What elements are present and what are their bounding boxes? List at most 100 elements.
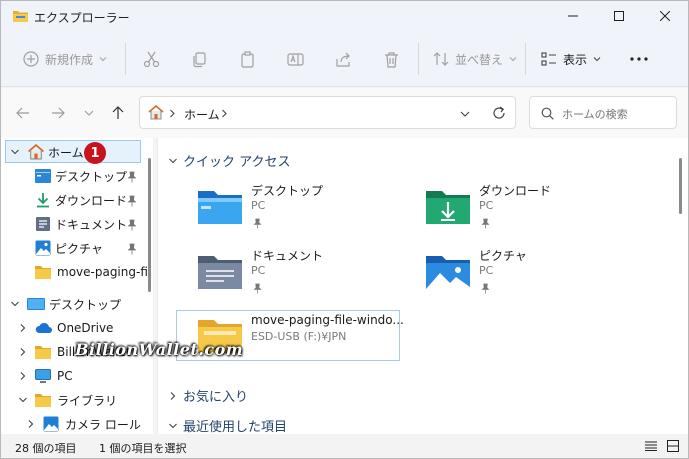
- tiles-view-icon[interactable]: [667, 440, 679, 452]
- cut-button[interactable]: [143, 31, 160, 87]
- pin-icon[interactable]: [127, 171, 137, 183]
- pin-icon: [481, 218, 490, 229]
- sidebar-item-move-paging-folder[interactable]: move-paging-fil: [35, 261, 151, 283]
- tile-location: ESD-USB (F:)¥JPN: [251, 330, 347, 343]
- more-options-button[interactable]: [630, 31, 648, 87]
- scissors-icon: [143, 51, 160, 67]
- download-folder-icon: [426, 191, 470, 224]
- pin-icon: [253, 218, 262, 229]
- maximize-button[interactable]: [596, 1, 642, 31]
- tile-pictures[interactable]: ピクチャ PC: [406, 243, 636, 299]
- sidebar-item-desktop[interactable]: デスクトップ: [27, 293, 121, 315]
- tile-name: ダウンロード: [479, 184, 552, 198]
- explorer-window: エクスプローラー 新規作成 並べ替え 表示 ホーム ホームの検索 ホーム 1 デ…: [0, 0, 689, 459]
- copy-button[interactable]: [191, 31, 208, 87]
- sidebar-item-libraries[interactable]: ライブラリ: [35, 389, 117, 411]
- command-bar: 新規作成 並べ替え 表示: [1, 31, 688, 87]
- tile-documents[interactable]: ドキュメント PC: [178, 243, 408, 299]
- arrow-up-icon: [112, 106, 124, 119]
- rename-button[interactable]: [287, 31, 304, 87]
- share-button[interactable]: [335, 31, 352, 87]
- up-button[interactable]: [107, 102, 129, 124]
- details-view-icon[interactable]: [645, 441, 657, 451]
- clipboard-icon: [241, 50, 254, 68]
- chevron-down-icon[interactable]: [10, 299, 20, 309]
- sidebar-item-camera-roll[interactable]: カメラ ロール: [43, 413, 141, 435]
- desktop-folder-icon: [198, 191, 242, 224]
- tile-location: PC: [479, 199, 494, 212]
- forward-button[interactable]: [47, 102, 69, 124]
- chevron-right-icon: [170, 109, 175, 118]
- tile-desktop[interactable]: デスクトップ PC: [178, 178, 408, 234]
- tile-name: ピクチャ: [479, 249, 527, 263]
- chevron-down-icon: [593, 57, 601, 62]
- chevron-right-icon[interactable]: [18, 347, 28, 357]
- address-bar[interactable]: ホーム: [139, 96, 516, 129]
- refresh-icon[interactable]: [492, 106, 506, 120]
- title-bar[interactable]: エクスプローラー: [1, 1, 688, 31]
- sidebar-item-label: ライブラリ: [57, 393, 118, 408]
- chevron-down-icon: [169, 158, 177, 163]
- chevron-down-icon: [509, 57, 517, 62]
- section-favorites[interactable]: お気に入り: [168, 386, 248, 405]
- camera-roll-icon: [43, 416, 59, 432]
- tile-downloads[interactable]: ダウンロード PC: [406, 178, 636, 234]
- close-button[interactable]: [642, 1, 688, 31]
- sort-arrows-icon: [433, 52, 449, 66]
- pin-icon[interactable]: [127, 219, 137, 231]
- arrow-right-icon: [52, 107, 65, 119]
- sidebar-item-label: OneDrive: [57, 321, 114, 335]
- chevron-right-icon: [222, 109, 227, 118]
- chevron-right-icon[interactable]: [26, 419, 36, 429]
- paste-button[interactable]: [239, 31, 256, 87]
- sidebar-item-onedrive[interactable]: OneDrive: [35, 317, 113, 339]
- address-dropdown-icon[interactable]: [460, 109, 470, 119]
- back-button[interactable]: [12, 102, 34, 124]
- chevron-right-icon[interactable]: [18, 323, 28, 333]
- chevron-down-icon[interactable]: [10, 147, 20, 157]
- sidebar-item-label: move-paging-fil: [57, 265, 152, 279]
- more-dots-icon: [630, 57, 648, 61]
- sort-button[interactable]: 並べ替え: [433, 31, 517, 87]
- breadcrumb-home[interactable]: ホーム: [184, 106, 220, 123]
- sidebar-item-documents[interactable]: ドキュメント: [35, 213, 127, 235]
- arrow-left-icon: [16, 107, 29, 119]
- delete-button[interactable]: [383, 31, 400, 87]
- sidebar-item-pc[interactable]: PC: [35, 365, 73, 387]
- minimize-button[interactable]: [550, 1, 596, 31]
- sidebar-item-label: カメラ ロール: [65, 417, 141, 432]
- section-title: 最近使用した項目: [183, 420, 288, 435]
- sidebar-scrollbar[interactable]: [148, 158, 151, 292]
- watermark-text: BillionWallet.com: [75, 340, 244, 359]
- chevron-down-icon[interactable]: [18, 395, 28, 405]
- chevron-right-icon[interactable]: [18, 371, 28, 381]
- sidebar-item-downloads[interactable]: ダウンロード: [35, 189, 127, 211]
- documents-icon: [36, 217, 50, 231]
- view-label: 表示: [563, 52, 588, 67]
- recent-locations-button[interactable]: [78, 102, 100, 124]
- section-recent[interactable]: 最近使用した項目: [168, 416, 287, 435]
- window-title: エクスプローラー: [34, 11, 130, 25]
- content-scrollbar[interactable]: [679, 158, 682, 214]
- sidebar-item-home[interactable]: ホーム: [27, 141, 84, 163]
- step-number-badge: 1: [84, 142, 106, 164]
- sidebar-item-desktop-pinned[interactable]: デスクトップ: [35, 165, 127, 187]
- view-list-icon: [541, 52, 556, 66]
- desktop-icon: [27, 298, 45, 310]
- trash-icon: [385, 51, 398, 68]
- pin-icon[interactable]: [127, 243, 137, 255]
- section-quick-access[interactable]: クイック アクセス: [168, 151, 290, 170]
- search-box[interactable]: ホームの検索: [529, 96, 677, 129]
- pin-icon: [253, 283, 262, 294]
- chevron-down-icon: [84, 110, 94, 116]
- sidebar-item-pictures[interactable]: ピクチャ: [35, 237, 103, 259]
- new-button[interactable]: 新規作成: [23, 31, 107, 87]
- new-label: 新規作成: [45, 52, 94, 67]
- view-button[interactable]: 表示: [541, 31, 601, 87]
- tile-location: PC: [479, 264, 494, 277]
- search-icon: [541, 107, 554, 120]
- tile-name: move-paging-file-windo...: [251, 313, 404, 327]
- copy-icon: [193, 51, 206, 67]
- pin-icon[interactable]: [127, 195, 137, 207]
- chevron-down-icon: [99, 57, 107, 62]
